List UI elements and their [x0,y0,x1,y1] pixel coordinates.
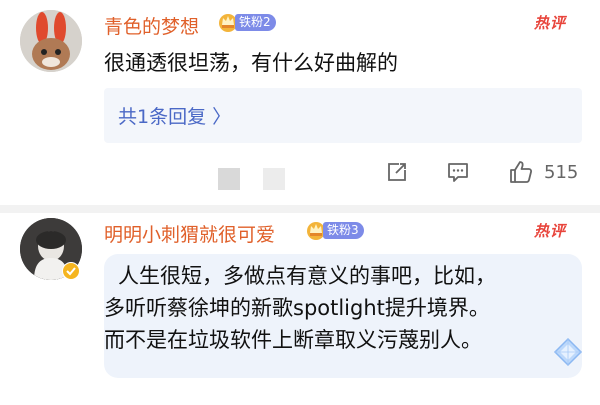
placeholder-block [263,168,285,190]
fan-badge[interactable]: 铁粉2 [218,11,276,33]
diamond-sticker-icon [553,337,583,367]
fan-badge[interactable]: 铁粉3 [306,219,364,241]
verified-badge-icon [62,262,80,280]
fan-badge-label: 铁粉3 [323,221,364,239]
bunny-avatar-icon [20,10,82,72]
placeholder-block [218,168,240,190]
username[interactable]: 青色的梦想 [104,12,199,39]
username[interactable]: 明明小刺猬就很可爱 [104,220,275,247]
share-icon[interactable] [385,160,409,184]
hot-comment-tag: 热评 [534,222,567,240]
divider [0,205,600,213]
like-count: 515 [544,162,579,183]
comment-text-line: 多听听蔡徐坤的新歌spotlight提升境界。 [104,296,490,320]
comment-text-line: 人生很短，多做点有意义的事吧，比如， [118,264,496,288]
replies-box[interactable]: 共1条回复 〉 [104,88,582,143]
comment-icon[interactable] [446,160,470,184]
fan-badge-label: 铁粉2 [235,13,276,31]
comment-text: 很通透很坦荡，有什么好曲解的 [104,51,398,75]
avatar[interactable] [20,10,82,72]
view-replies-link[interactable]: 共1条回复 〉 [118,102,231,129]
hot-comment-tag: 热评 [534,14,567,32]
comment-text-line: 而不是在垃圾软件上断章取义污蔑别人。 [104,328,482,352]
like-icon[interactable] [508,159,534,185]
